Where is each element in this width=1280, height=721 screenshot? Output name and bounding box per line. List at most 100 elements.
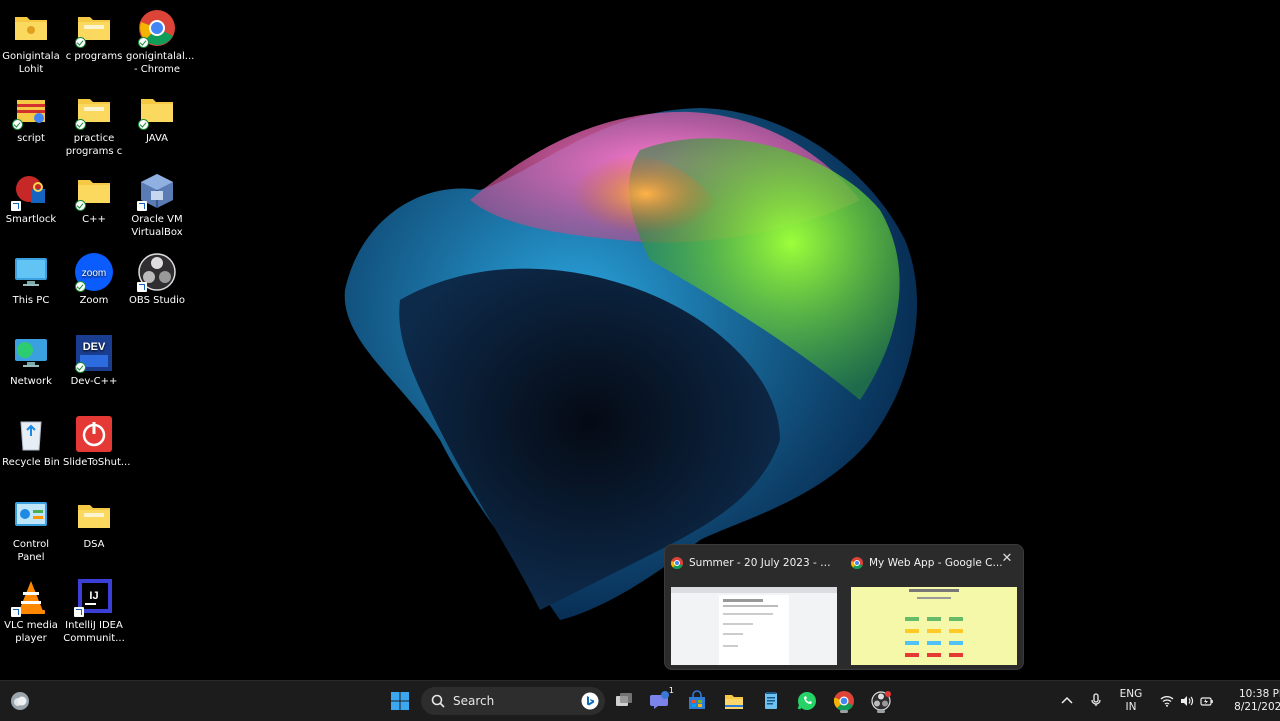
power-icon bbox=[76, 416, 112, 452]
desktop-icon-label: C++ bbox=[82, 214, 106, 225]
desktop-icon-intellij[interactable]: IJ IntelliJ IDEA Communit... bbox=[63, 577, 125, 645]
chrome-icon bbox=[833, 691, 854, 711]
chat-button[interactable]: 1 bbox=[646, 686, 674, 715]
desktop-icon-label: Oracle VM VirtualBox bbox=[131, 214, 183, 238]
whatsapp-button[interactable] bbox=[793, 687, 821, 715]
taskbar-thumbnail-preview: Summer - 20 July 2023 - Online ... My We… bbox=[664, 544, 1024, 670]
language-code: ENG bbox=[1119, 688, 1143, 700]
windows-logo-icon bbox=[391, 692, 409, 710]
desktop-icon-slidetoshutdown[interactable]: SlideToShut... bbox=[63, 414, 131, 469]
thumbnail-title-text: Summer - 20 July 2023 - Online ... bbox=[689, 557, 831, 569]
chrome-button[interactable] bbox=[830, 687, 858, 715]
desktop-icon-label: Control Panel bbox=[12, 539, 50, 563]
desktop-icon-chrome-profile[interactable]: gonigintalal... - Chrome bbox=[126, 8, 195, 76]
desktop-icon-obs[interactable]: OBS Studio bbox=[126, 252, 188, 307]
clock-date: 8/21/2023 bbox=[1234, 701, 1280, 713]
desktop-icon-recycle-bin[interactable]: Recycle Bin bbox=[0, 414, 62, 469]
show-hidden-icons-button[interactable] bbox=[1058, 695, 1076, 707]
obs-taskbar-button[interactable] bbox=[867, 687, 895, 715]
running-indicator bbox=[877, 710, 885, 713]
desktop-icon-smartlock[interactable]: Smartlock bbox=[0, 171, 62, 226]
taskbar: Search 1 ENG IN 10:38 P 8/21/202 bbox=[0, 680, 1280, 721]
shortcut-arrow-icon bbox=[137, 282, 147, 292]
desktop-icon-label: Gonigintala Lohit bbox=[2, 51, 60, 75]
shortcut-arrow-icon bbox=[11, 201, 21, 211]
file-explorer-button[interactable] bbox=[720, 687, 748, 715]
input-language-indicator[interactable]: ENG IN bbox=[1118, 688, 1144, 714]
shortcut-arrow-icon bbox=[11, 607, 21, 617]
desktop-icon-virtualbox[interactable]: Oracle VM VirtualBox bbox=[126, 171, 188, 239]
sync-check-icon bbox=[138, 37, 149, 48]
chrome-icon bbox=[851, 557, 863, 569]
start-button[interactable] bbox=[386, 687, 414, 715]
task-view-button[interactable] bbox=[610, 687, 638, 715]
quick-settings-button[interactable] bbox=[1160, 695, 1214, 707]
desktop-icon-this-pc[interactable]: This PC bbox=[0, 252, 62, 307]
sync-check-icon bbox=[75, 200, 86, 211]
desktop-icon-label: practice programs c bbox=[65, 133, 123, 157]
desktop-icon-label: c programs bbox=[65, 51, 123, 62]
desktop-icon-label: SlideToShut... bbox=[63, 457, 131, 468]
svg-text:IJ: IJ bbox=[89, 590, 98, 602]
desktop-icon-label: OBS Studio bbox=[129, 295, 185, 306]
search-icon bbox=[431, 694, 445, 708]
chevron-up-icon bbox=[1061, 696, 1073, 704]
close-icon[interactable]: ✕ bbox=[999, 551, 1015, 566]
svg-text:zoom: zoom bbox=[82, 268, 106, 279]
desktop-icon-label: script bbox=[17, 133, 45, 144]
desktop-icon-label: This PC bbox=[12, 295, 50, 306]
sync-check-icon bbox=[75, 119, 86, 130]
chrome-icon bbox=[671, 557, 683, 569]
desktop-icon-label: Dev-C++ bbox=[70, 376, 118, 387]
network-icon bbox=[15, 339, 47, 367]
sync-check-icon bbox=[75, 37, 86, 48]
thumbnail-image-web-app bbox=[851, 587, 1017, 665]
microsoft-store-button[interactable] bbox=[683, 687, 711, 715]
svg-text:DEV: DEV bbox=[83, 341, 106, 353]
microphone-icon bbox=[1091, 692, 1101, 706]
thumbnail-window-my-web-app[interactable]: My Web App - Google C... bbox=[847, 551, 1021, 665]
desktop-icon-network[interactable]: Network bbox=[0, 333, 62, 388]
desktop-icon-user-folder[interactable]: Gonigintala Lohit bbox=[0, 8, 62, 76]
widgets-button[interactable] bbox=[6, 687, 34, 715]
store-bag-icon bbox=[689, 690, 705, 709]
notepad-icon bbox=[765, 692, 777, 709]
desktop-icon-practice-programs[interactable]: practice programs c bbox=[63, 90, 125, 158]
control-panel-icon bbox=[15, 502, 47, 526]
microphone-button[interactable] bbox=[1086, 692, 1106, 710]
desktop-icon-dev-cpp[interactable]: DEV Dev-C++ bbox=[63, 333, 125, 388]
obs-icon bbox=[871, 691, 891, 711]
desktop-icon-label: Smartlock bbox=[5, 214, 57, 225]
desktop-icon-zoom[interactable]: zoom Zoom bbox=[63, 252, 125, 307]
desktop-icon-label: gonigintalal... - Chrome bbox=[126, 51, 195, 75]
battery-charging-icon bbox=[1200, 697, 1213, 706]
clock-button[interactable]: 10:38 PM 8/21/2023 bbox=[1232, 688, 1280, 714]
volume-icon bbox=[1181, 696, 1194, 706]
bing-icon[interactable] bbox=[581, 692, 599, 710]
desktop-icon-label: Network bbox=[10, 376, 52, 387]
taskbar-search-box[interactable]: Search bbox=[421, 687, 605, 715]
recycle-bin-icon bbox=[20, 421, 42, 451]
desktop-icon-cpp[interactable]: C++ bbox=[63, 171, 125, 226]
folder-icon bbox=[78, 505, 110, 528]
wifi-icon bbox=[1160, 696, 1174, 707]
notepad-button[interactable] bbox=[757, 687, 785, 715]
region-code: IN bbox=[1125, 701, 1137, 713]
desktop-icon-control-panel[interactable]: Control Panel bbox=[0, 496, 62, 564]
thumbnail-window-summer[interactable]: Summer - 20 July 2023 - Online ... bbox=[667, 551, 841, 665]
desktop-icon-label: VLC media player bbox=[4, 620, 58, 644]
folder-icon bbox=[15, 17, 47, 40]
thumbnail-title: Summer - 20 July 2023 - Online ... bbox=[671, 555, 831, 571]
task-view-icon bbox=[616, 693, 632, 706]
desktop-wallpaper bbox=[344, 108, 918, 620]
sync-check-icon bbox=[138, 119, 149, 130]
desktop-icon-java[interactable]: JAVA bbox=[126, 90, 188, 145]
sync-check-icon bbox=[12, 119, 23, 130]
teams-chat-icon bbox=[650, 691, 669, 709]
desktop-icon-script[interactable]: script bbox=[0, 90, 62, 145]
desktop-icon-dsa[interactable]: DSA bbox=[63, 496, 125, 551]
thumbnail-title-text: My Web App - Google C... bbox=[869, 557, 1003, 569]
desktop-icon-vlc[interactable]: VLC media player bbox=[0, 577, 62, 645]
desktop-icon-c-programs[interactable]: c programs bbox=[63, 8, 125, 63]
search-placeholder: Search bbox=[453, 694, 495, 708]
